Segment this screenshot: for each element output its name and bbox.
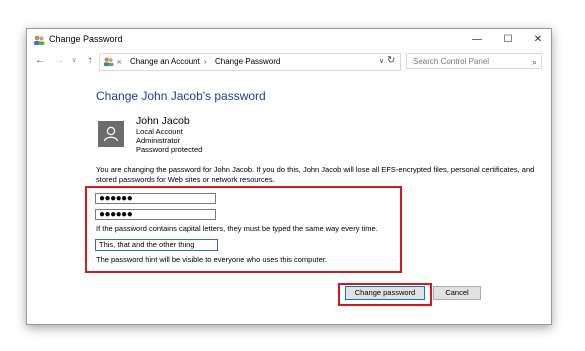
breadcrumb-change-password[interactable]: Change Password	[215, 54, 280, 70]
user-icon	[103, 126, 119, 142]
address-dropdown-button[interactable]: ∨	[379, 54, 384, 70]
search-icon[interactable]: ⌕	[532, 54, 537, 70]
minimize-button[interactable]: —	[462, 31, 492, 49]
address-bar[interactable]: « Change an Account › Change Password ∨	[99, 53, 401, 71]
change-password-window: Change Password — ☐ ✕ ← → ∨ ↑ « Change a…	[26, 28, 552, 325]
password-hint-note: The password hint will be visible to eve…	[96, 255, 327, 264]
close-button[interactable]: ✕	[523, 31, 553, 49]
breadcrumb-separator[interactable]: ›	[204, 54, 207, 70]
back-button[interactable]: ←	[33, 54, 47, 68]
user-detail-password-status: Password protected	[136, 145, 203, 154]
refresh-button[interactable]: ↻	[387, 55, 395, 66]
page-title: Change John Jacob's password	[96, 89, 266, 103]
avatar	[98, 121, 124, 147]
new-password-field[interactable]: ●●●●●●	[95, 193, 216, 204]
title-bar: Change Password — ☐ ✕	[27, 29, 551, 51]
capital-letters-note: If the password contains capital letters…	[96, 224, 378, 233]
warning-description: You are changing the password for John J…	[96, 165, 535, 184]
password-hint-field[interactable]: This, that and the other thing	[95, 239, 218, 251]
navigation-bar: ← → ∨ ↑ « Change an Account › Change Pas…	[27, 52, 551, 72]
confirm-password-field[interactable]: ●●●●●●	[95, 209, 216, 220]
breadcrumb-change-an-account[interactable]: Change an Account	[130, 54, 200, 70]
user-detail-role: Administrator	[136, 136, 181, 145]
breadcrumb-overflow[interactable]: «	[117, 54, 121, 70]
change-password-button[interactable]: Change password	[345, 286, 425, 300]
user-accounts-icon	[103, 57, 114, 67]
user-info: John Jacob Local Account Administrator P…	[136, 115, 202, 154]
up-button[interactable]: ↑	[83, 54, 97, 68]
window-title: Change Password	[49, 34, 123, 44]
user-accounts-icon	[34, 35, 45, 45]
user-detail-account-type: Local Account	[136, 127, 183, 136]
recent-locations-button[interactable]: ∨	[67, 54, 81, 68]
search-placeholder: Search Control Panel	[413, 57, 490, 66]
forward-button[interactable]: →	[52, 54, 66, 68]
maximize-button[interactable]: ☐	[493, 31, 523, 49]
search-input[interactable]: Search Control Panel ⌕	[406, 53, 542, 69]
user-name: John Jacob	[136, 115, 190, 127]
cancel-button[interactable]: Cancel	[433, 286, 481, 300]
